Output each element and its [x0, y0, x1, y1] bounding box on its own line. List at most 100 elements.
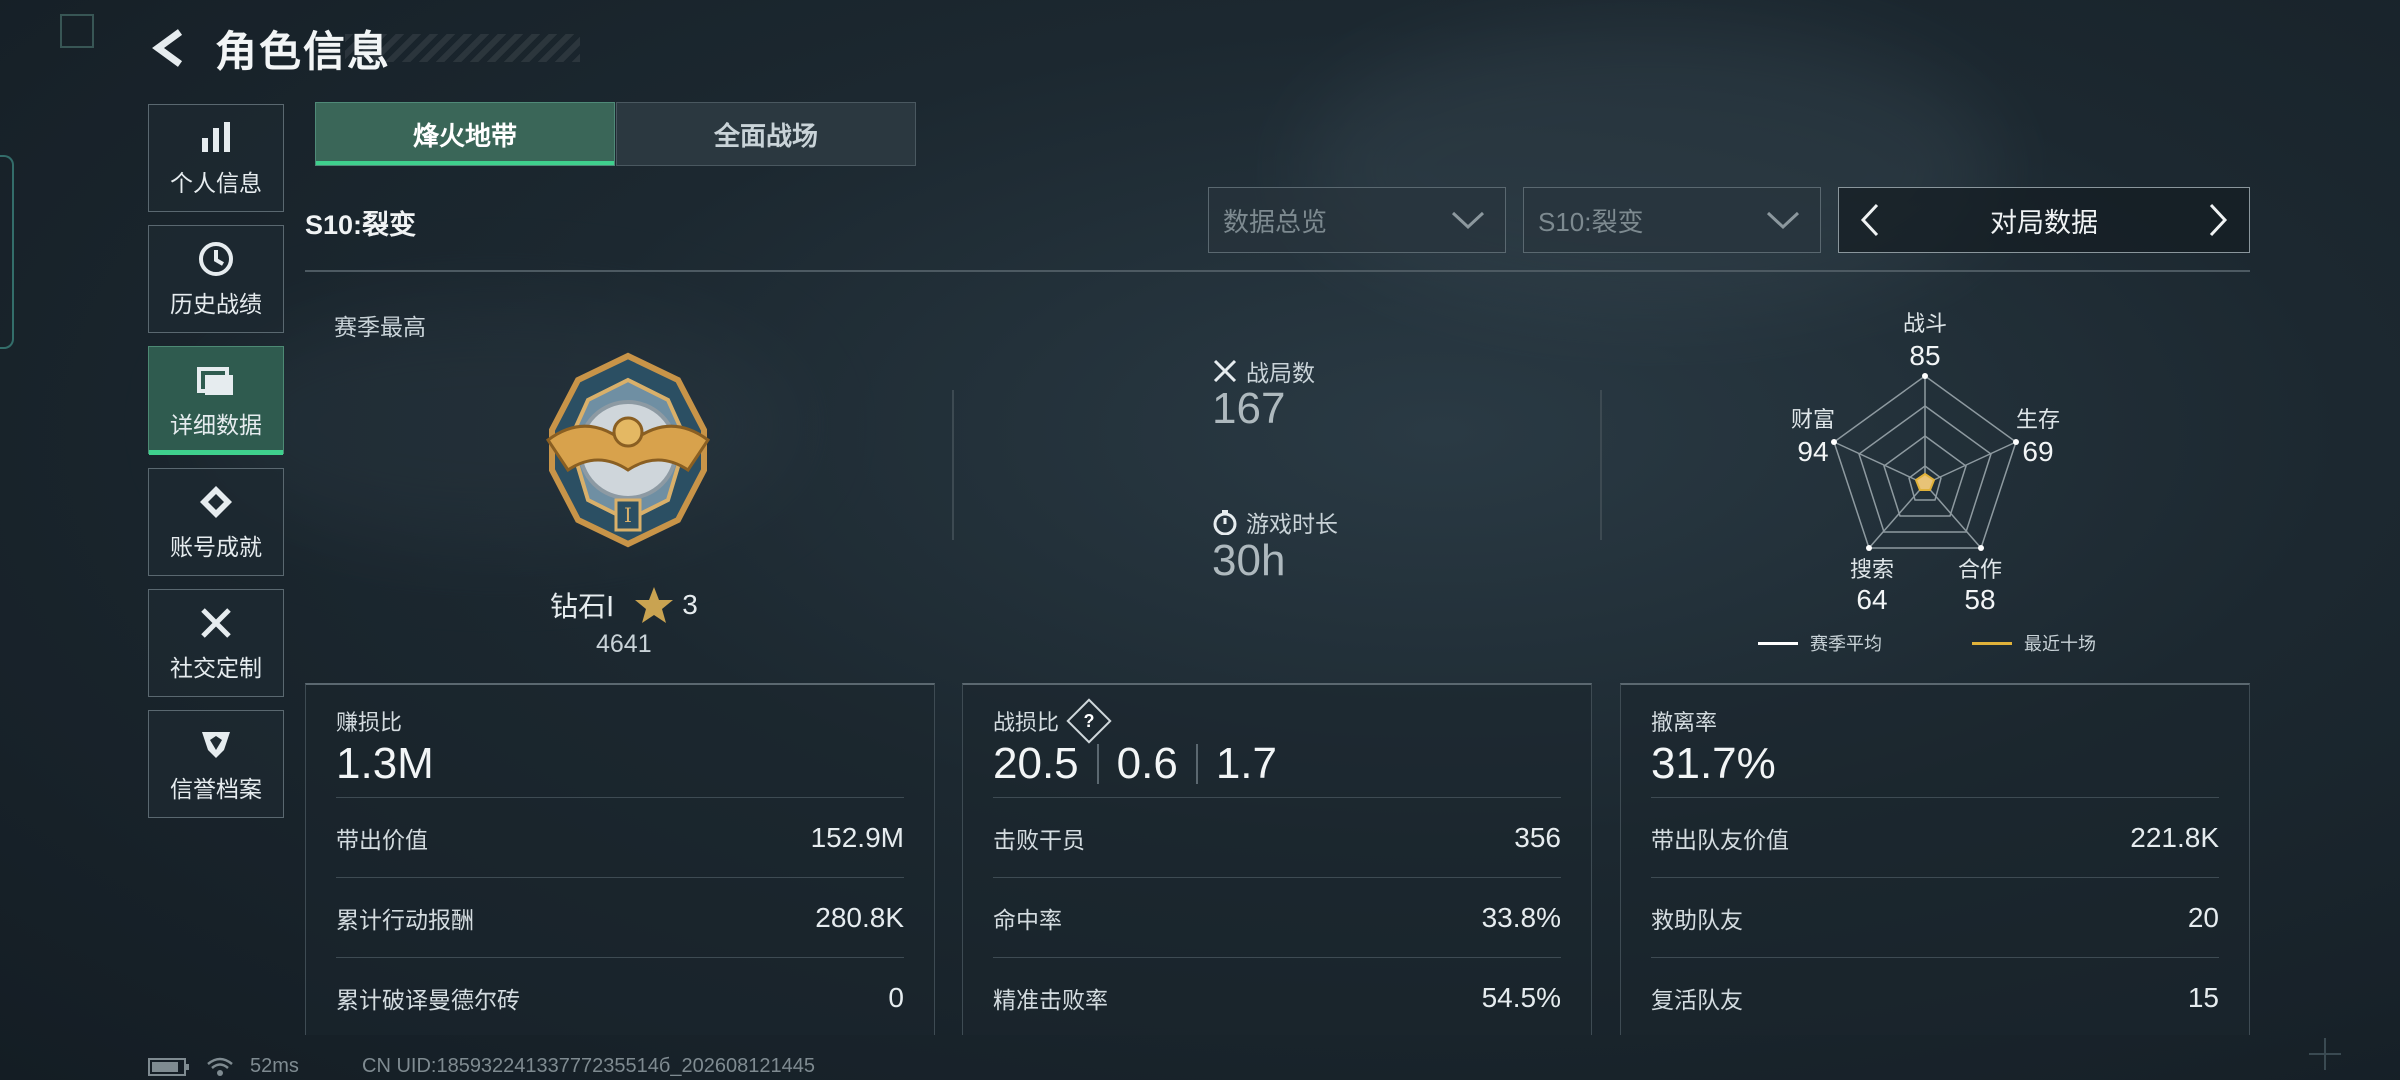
- history-icon: [196, 239, 236, 279]
- radar-label-combat: 战斗: [1902, 311, 1947, 336]
- side-drawer-handle[interactable]: [0, 155, 14, 349]
- rank-name: 钻石Ⅰ: [550, 591, 615, 622]
- wifi-icon: [207, 1057, 233, 1076]
- rank-row: 钻石Ⅰ 3: [550, 585, 698, 625]
- tab-fire-zone[interactable]: 烽火地带: [315, 102, 615, 166]
- season-select[interactable]: S10:裂变: [1523, 187, 1821, 253]
- sidebar-item-personal-info[interactable]: 个人信息: [148, 104, 284, 212]
- card-title-text: 战损比: [993, 710, 1060, 735]
- star-icon: [635, 587, 674, 623]
- back-arrow-icon: [152, 29, 183, 67]
- chevron-down-icon: [1766, 211, 1800, 230]
- background-shape: [1300, 20, 2000, 320]
- stat-row: 带出队友价值 221.8K: [1651, 797, 2219, 878]
- bar-chart-icon: [196, 118, 236, 158]
- section-divider: [305, 270, 2250, 272]
- data-type-select[interactable]: 数据总览: [1208, 187, 1506, 253]
- value-separator: [1096, 744, 1099, 784]
- data-pager: 对局数据: [1838, 187, 2250, 253]
- radar-recent-shape: [1914, 472, 1936, 491]
- stat-key: 带出价值: [336, 827, 428, 853]
- stat-value: 356: [1514, 822, 1561, 853]
- radar-chart: [1831, 373, 2019, 551]
- season-title: S10:裂变: [305, 210, 417, 240]
- card-title-text: 撤离率: [1651, 710, 1718, 735]
- stat-key: 累计破译曼德尔砖: [336, 987, 520, 1013]
- stat-row: 命中率 33.8%: [993, 877, 1561, 958]
- stat-key: 命中率: [993, 907, 1062, 933]
- stat-key: 累计行动报酬: [336, 907, 474, 933]
- sidebar-item-label: 社交定制: [170, 655, 262, 681]
- stat-value: 20: [2187, 902, 2219, 933]
- matches-label-text: 战局数: [1246, 360, 1315, 386]
- pager-next-button[interactable]: [2201, 200, 2235, 240]
- card-main-value: 1.3M: [336, 739, 434, 789]
- help-glyph: ?: [1083, 710, 1095, 731]
- sidebar-item-label: 信誉档案: [170, 776, 262, 802]
- radar-value-survival: 69: [2022, 436, 2054, 467]
- tools-icon: [196, 603, 236, 643]
- profit-loss-ratio: 1.3M: [336, 739, 434, 788]
- sidebar-item-history[interactable]: 历史战绩: [148, 225, 284, 333]
- season-select-value: S10:裂变: [1538, 206, 1644, 237]
- legend-line: [1758, 641, 1798, 645]
- radar-value-wealth: 94: [1797, 436, 1829, 467]
- help-icon[interactable]: ?: [1066, 698, 1112, 744]
- radar-label-search: 搜索: [1849, 557, 1894, 582]
- playtime-value: 30h: [1212, 536, 1286, 585]
- back-button[interactable]: [148, 26, 192, 70]
- card-title-text: 赚损比: [336, 710, 403, 735]
- stat-value: 15: [2187, 982, 2219, 1013]
- radar-value-combat: 85: [1909, 340, 1941, 371]
- crosshair-icon: [2309, 1038, 2341, 1070]
- ping-value: 52ms: [250, 1055, 299, 1077]
- sidebar-item-label: 个人信息: [170, 170, 262, 196]
- extraction-rate-card: 撤离率 31.7% 带出队友价值 221.8K 救助队友 20 复活队友 15: [1620, 683, 2250, 1035]
- stat-key: 击败干员: [993, 827, 1085, 853]
- legend-line: [1972, 641, 2012, 645]
- stopwatch-icon: [1213, 510, 1237, 535]
- value-separator: [1195, 744, 1198, 784]
- stat-row: 精准击败率 54.5%: [993, 957, 1561, 1038]
- legend-season-average: 赛季平均: [1758, 630, 1882, 656]
- battery-icon: [148, 1057, 189, 1076]
- profit-loss-card: 赚损比 1.3M 带出价值 152.9M 累计行动报酬 280.8K 累计破译曼德尔…: [305, 683, 935, 1035]
- achievement-icon: [196, 482, 236, 522]
- matches-value: 167: [1212, 384, 1286, 433]
- credit-shield-icon: [196, 724, 236, 764]
- rank-score: 4641: [596, 630, 652, 658]
- vertical-divider: [952, 390, 954, 540]
- data-type-value: 数据总览: [1223, 206, 1328, 237]
- extraction-rate: 31.7%: [1651, 739, 1776, 788]
- sidebar-item-social[interactable]: 社交定制: [148, 589, 284, 697]
- radar-value-cooperation: 58: [1964, 584, 1996, 615]
- sidebar-item-credit[interactable]: 信誉档案: [148, 710, 284, 818]
- stat-key: 复活队友: [1651, 987, 1743, 1013]
- playtime-label: 游戏时长: [1212, 505, 1338, 539]
- stat-row: 击败干员 356: [993, 797, 1561, 878]
- uid-label: CN UID:18593224133777235514б_20260812144…: [362, 1055, 815, 1077]
- corner-frame-icon: [60, 14, 94, 48]
- kd-ratio: 20.5: [993, 739, 1079, 788]
- stat-value: 54.5%: [1481, 982, 1561, 1013]
- pager-prev-button[interactable]: [1853, 200, 1887, 240]
- pager-label: 对局数据: [1990, 207, 2098, 238]
- legend-label: 最近十场: [2024, 634, 2096, 654]
- kd-ratio-card: 战损比 ? 20.5 0.6 1.7 击败干员 356 命中率 33.8% 精准击败…: [962, 683, 1592, 1035]
- kd-secondary: 0.6: [1116, 739, 1178, 788]
- sidebar-item-detailed-data[interactable]: 详细数据: [148, 346, 284, 455]
- tab-full-battlefield[interactable]: 全面战场: [616, 102, 916, 166]
- stat-value: 280.8K: [815, 902, 904, 933]
- chevron-down-icon: [1451, 211, 1485, 230]
- stat-value: 0: [888, 982, 904, 1013]
- card-main-value: 20.5 0.6 1.7: [993, 739, 1277, 789]
- stat-key: 精准击败率: [993, 987, 1108, 1013]
- status-bar: 52ms: [148, 1055, 299, 1078]
- matches-label: 战局数: [1212, 354, 1315, 388]
- stat-value: 221.8K: [2130, 822, 2219, 853]
- stat-value: 152.9M: [810, 822, 904, 853]
- rank-stars: 3: [682, 589, 698, 620]
- chevron-left-icon: [1860, 203, 1879, 237]
- radar-label-cooperation: 合作: [1957, 557, 2002, 582]
- sidebar-item-achievements[interactable]: 账号成就: [148, 468, 284, 576]
